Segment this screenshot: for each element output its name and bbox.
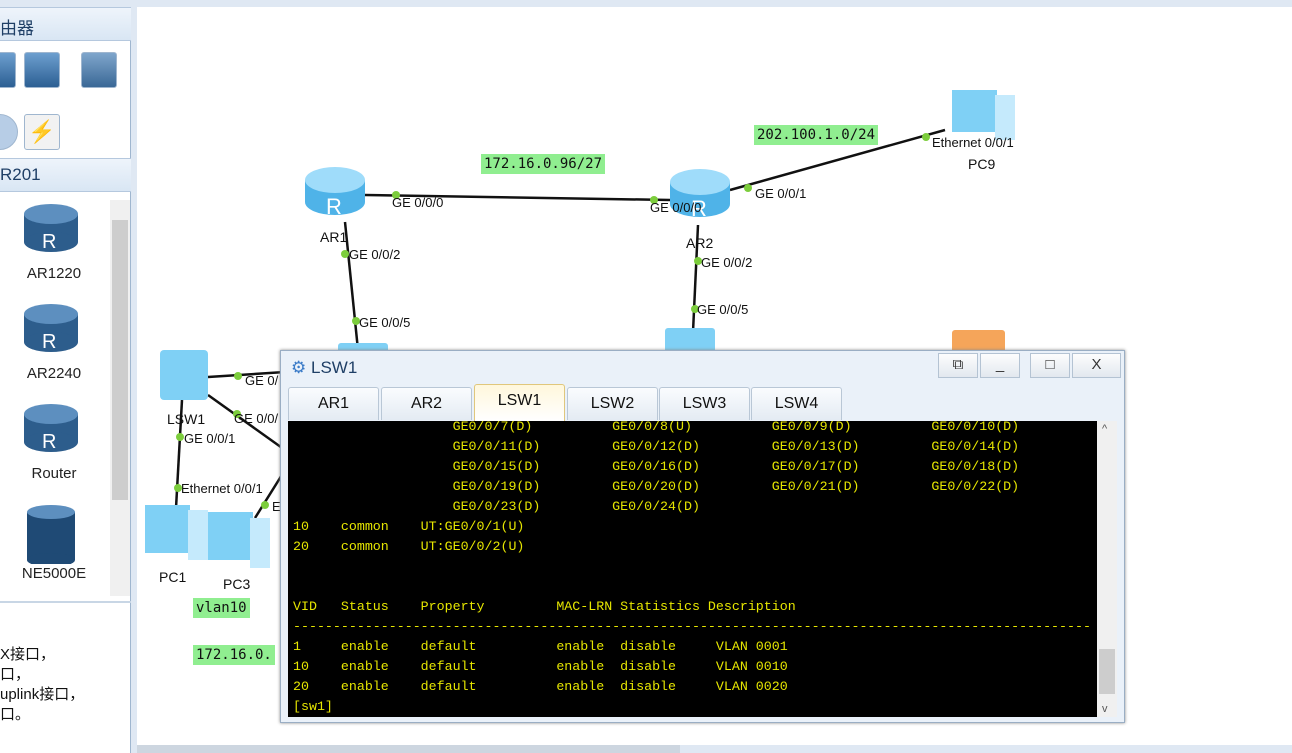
- pc-icon: [145, 505, 208, 560]
- network-label: vlan10: [193, 598, 250, 618]
- switch-icon: [160, 350, 208, 400]
- window-title: ⚙ LSW1: [291, 358, 357, 378]
- network-label: 202.100.1.0/24: [754, 125, 879, 145]
- tab-lsw2[interactable]: LSW2: [567, 387, 658, 420]
- port-label: GE 0/0/2: [701, 255, 753, 270]
- port-label: GE 0/: [245, 373, 279, 388]
- maximize-button[interactable]: □: [1030, 353, 1070, 378]
- svg-text:R: R: [326, 194, 342, 219]
- network-label: 172.16.0.96/27: [481, 154, 606, 174]
- port-label: GE 0/0/1: [755, 186, 807, 201]
- minimize-button[interactable]: _: [980, 353, 1020, 378]
- port-label: Ethernet 0/0/1: [181, 481, 263, 496]
- port-label: Ethernet 0/0/1: [932, 135, 1014, 150]
- console-icon: ⚙: [291, 358, 307, 377]
- tab-lsw1[interactable]: LSW1: [474, 384, 565, 421]
- port-label: GE 0/0/: [234, 411, 279, 426]
- device-label-pc3[interactable]: PC3: [223, 576, 250, 592]
- port-label: GE 0/0/1: [184, 431, 236, 446]
- device-label-lsw1[interactable]: LSW1: [167, 411, 205, 427]
- router-icon: R: [305, 167, 365, 219]
- window-title-text: LSW1: [310, 358, 358, 377]
- tab-ar2[interactable]: AR2: [381, 387, 472, 420]
- terminal[interactable]: GE0/0/7(D) GE0/0/8(U) GE0/0/9(D) GE0/0/1…: [288, 421, 1117, 717]
- port-label: GE 0/0/2: [349, 247, 401, 262]
- network-label: 172.16.0.: [193, 645, 275, 665]
- canvas-hscrollbar[interactable]: [137, 745, 680, 753]
- close-button[interactable]: X: [1072, 353, 1121, 378]
- port-label: GE 0/0/0: [392, 195, 444, 210]
- port-label: GE 0/0/5: [359, 315, 411, 330]
- device-label-ar2[interactable]: AR2: [686, 235, 713, 251]
- device-label-pc1[interactable]: PC1: [159, 569, 186, 585]
- console-window: ⚙ LSW1 ⧉ _ □ X AR1 AR2 LSW1 LSW2 LSW3 LS…: [280, 350, 1125, 723]
- port-label: GE 0/0/0: [650, 200, 702, 215]
- terminal-output: GE0/0/7(D) GE0/0/8(U) GE0/0/9(D) GE0/0/1…: [293, 421, 1091, 714]
- restore-button[interactable]: ⧉: [938, 353, 978, 378]
- tab-lsw4[interactable]: LSW4: [751, 387, 842, 420]
- pc-icon: [208, 512, 270, 568]
- pc-icon: [952, 90, 1015, 140]
- tab-lsw3[interactable]: LSW3: [659, 387, 750, 420]
- device-label-ar1[interactable]: AR1: [320, 229, 347, 245]
- port-label: GE 0/0/5: [697, 302, 749, 317]
- terminal-scrollbar[interactable]: ^ v: [1097, 421, 1117, 717]
- device-label-pc9[interactable]: PC9: [968, 156, 995, 172]
- tab-ar1[interactable]: AR1: [288, 387, 379, 420]
